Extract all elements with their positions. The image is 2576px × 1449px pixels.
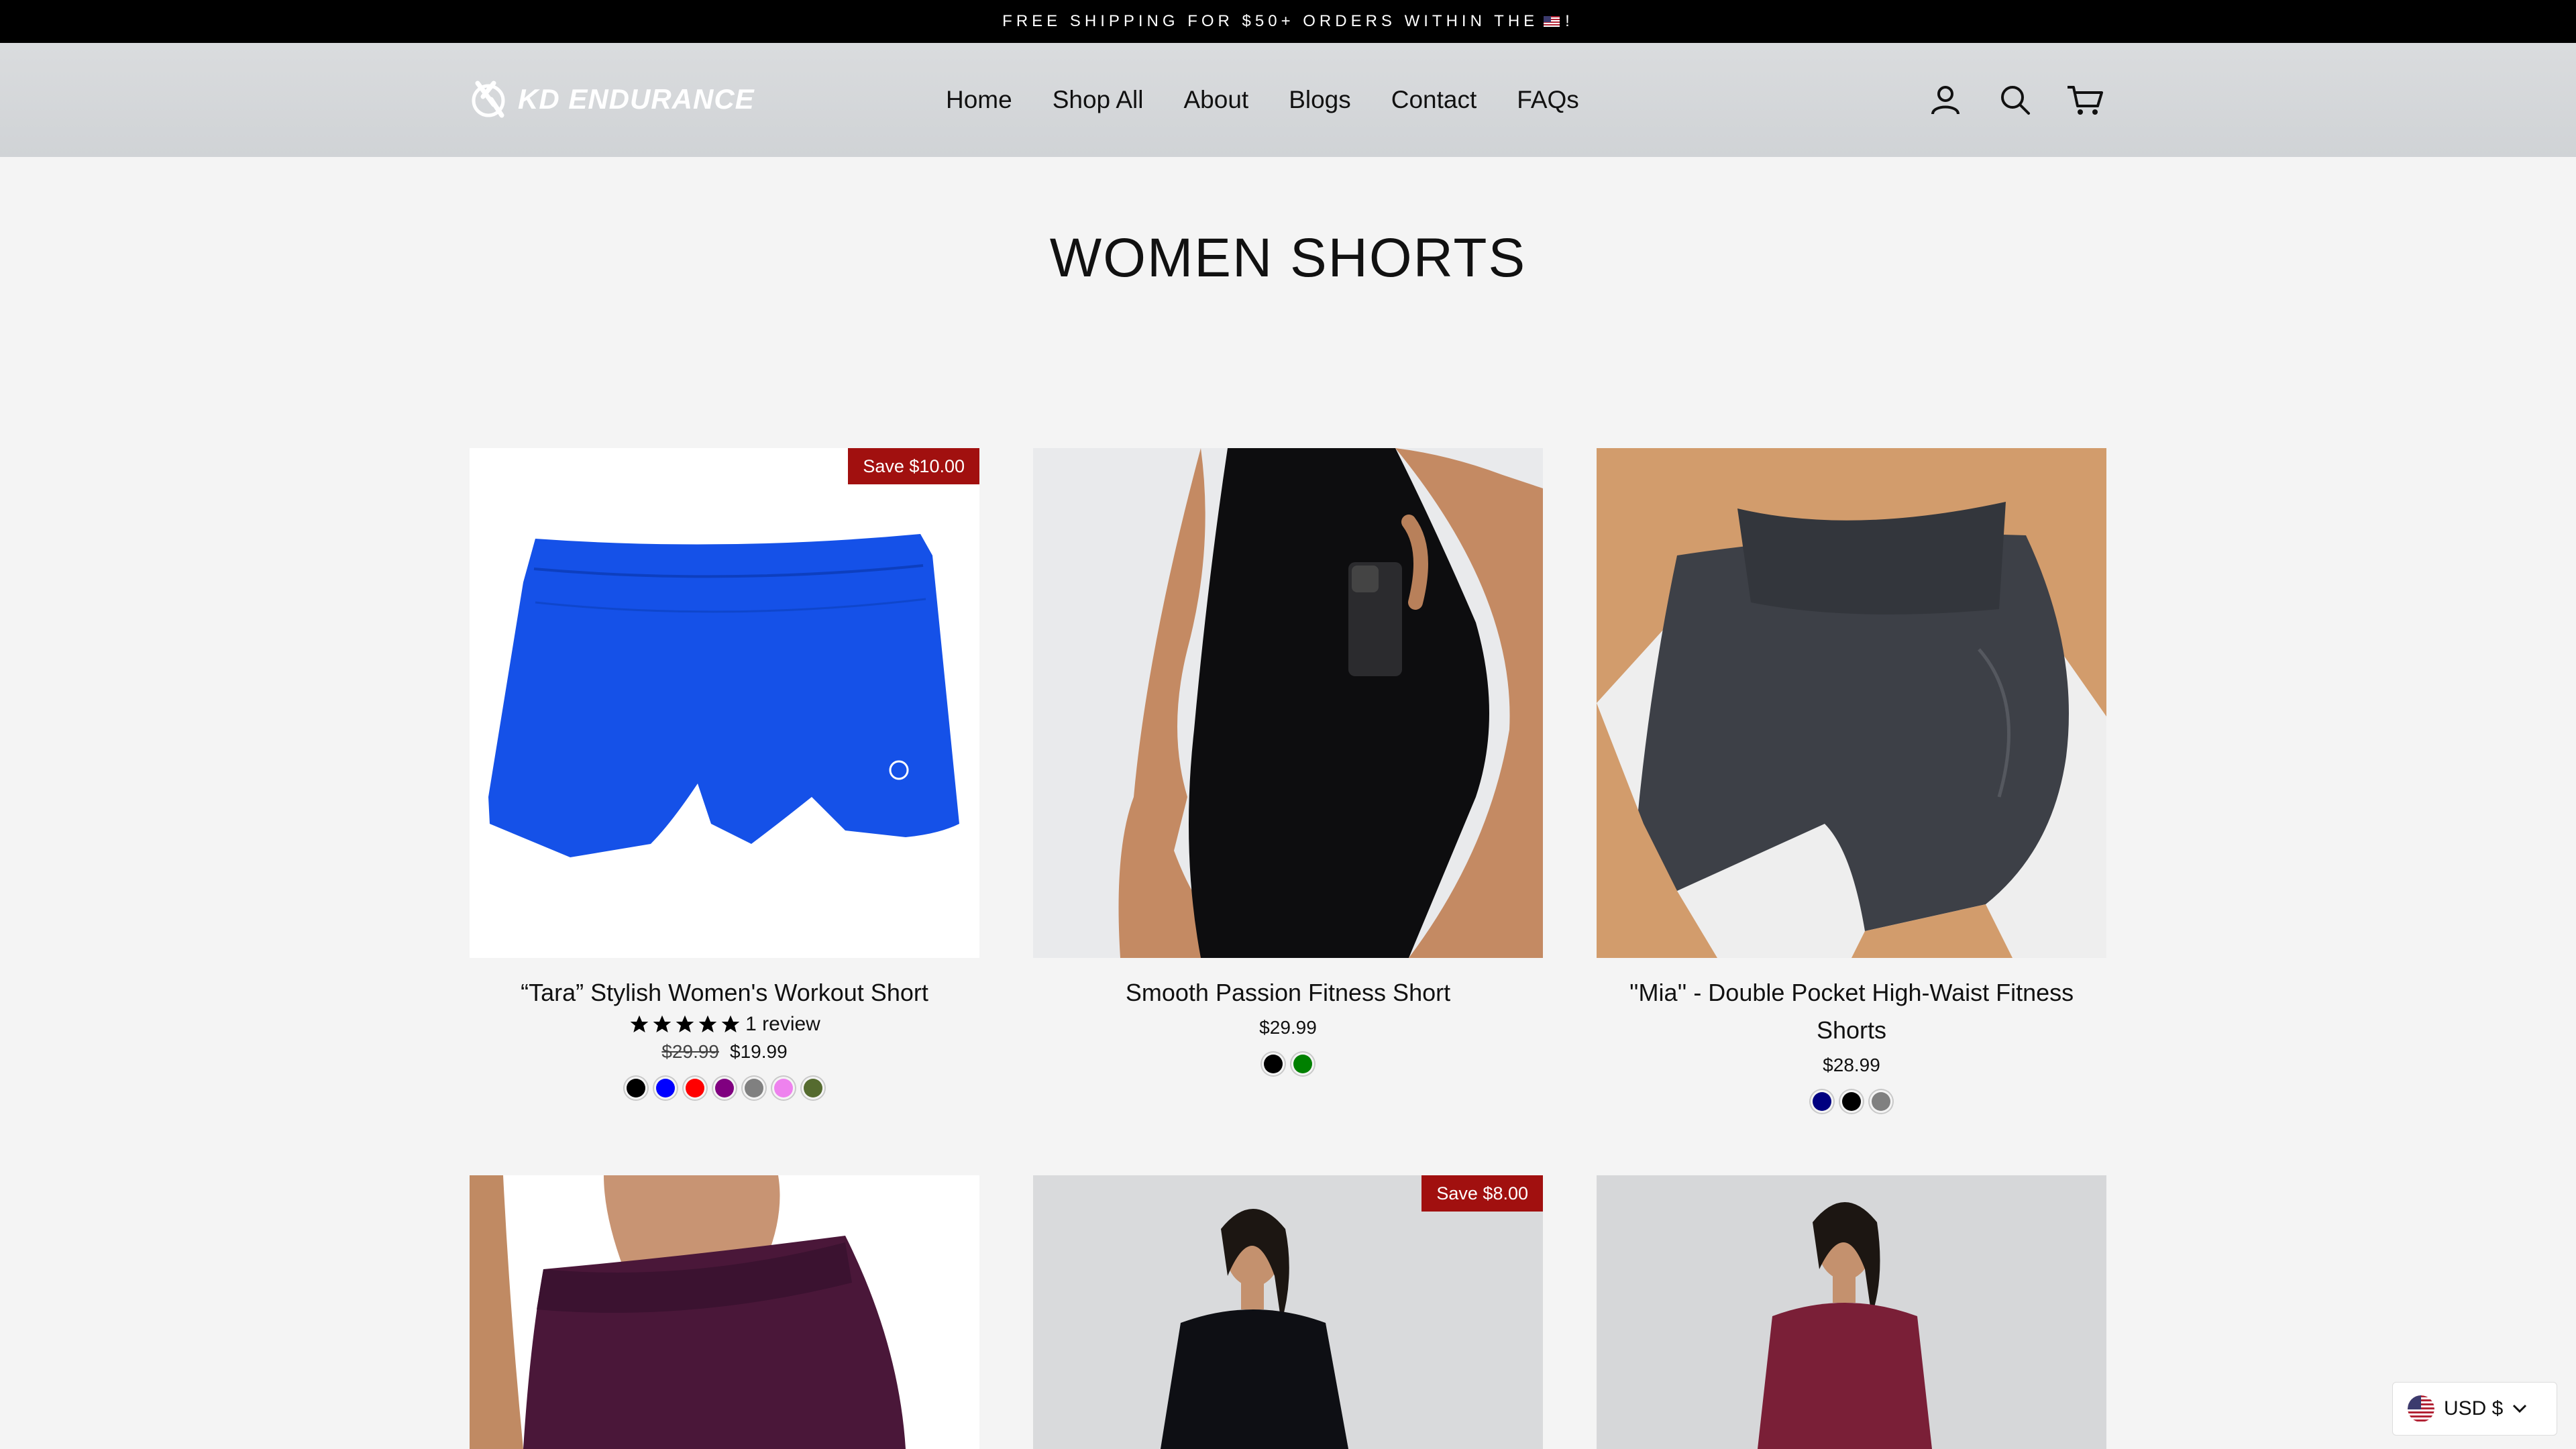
model-maroon-top-image (1758, 1202, 1932, 1449)
product-price: $29.99 (1033, 1017, 1543, 1038)
announcement-bar: FREE SHIPPING FOR $50+ ORDERS WITHIN THE… (0, 0, 2576, 43)
nav-blogs[interactable]: Blogs (1289, 86, 1351, 114)
account-icon[interactable] (1925, 80, 1966, 120)
swatch-purple[interactable] (715, 1079, 734, 1097)
price: $29.99 (1259, 1017, 1317, 1038)
swatch-pink[interactable] (774, 1079, 793, 1097)
currency-label: USD $ (2444, 1397, 2504, 1419)
model-black-top-image (1161, 1209, 1348, 1449)
product-title[interactable]: “Tara” Stylish Women's Workout Short (470, 974, 979, 1012)
announcement-text: FREE SHIPPING FOR $50+ ORDERS WITHIN THE (1002, 12, 1539, 30)
us-flag-icon (2408, 1395, 2434, 1422)
blue-shorts-image (488, 534, 959, 857)
nav-contact[interactable]: Contact (1391, 86, 1477, 114)
product-price: $28.99 (1597, 1055, 2106, 1076)
sale-price: $19.99 (730, 1041, 788, 1062)
product-card[interactable] (470, 1175, 979, 1449)
swatch-black[interactable] (1264, 1055, 1283, 1073)
star-icon (721, 1015, 740, 1032)
swatch-blue[interactable] (656, 1079, 675, 1097)
product-card[interactable]: Smooth Passion Fitness Short $29.99 (1033, 448, 1543, 1073)
black-shorts-image (1033, 448, 1543, 958)
cart-icon[interactable] (2065, 80, 2105, 120)
star-rating (629, 1014, 741, 1035)
search-icon[interactable] (1995, 80, 2035, 120)
announcement-text-end: ! (1565, 12, 1574, 30)
product-card[interactable]: Save $10.00 “Tara” Stylish Women's Worko… (470, 448, 979, 1097)
nav-faqs[interactable]: FAQs (1517, 86, 1579, 114)
product-rating: 1 review (470, 1013, 979, 1036)
product-image[interactable]: Save $10.00 (470, 448, 979, 958)
product-card[interactable]: Save $8.00 (1033, 1175, 1543, 1449)
review-count[interactable]: 1 review (745, 1013, 820, 1036)
product-card[interactable]: ''Mia'' - Double Pocket High-Waist Fitne… (1597, 448, 2106, 1111)
star-icon (630, 1015, 649, 1032)
color-swatches (1033, 1055, 1543, 1073)
nav-about[interactable]: About (1183, 86, 1248, 114)
plum-shorts-image (470, 1175, 906, 1449)
swatch-gray[interactable] (745, 1079, 763, 1097)
sale-badge: Save $8.00 (1421, 1175, 1543, 1212)
site-header: KD ENDURANCE Home Shop All About Blogs C… (0, 43, 2576, 157)
product-card[interactable] (1597, 1175, 2106, 1449)
product-price: $29.99 $19.99 (470, 1041, 979, 1063)
logo-mark-icon (472, 80, 505, 118)
product-title[interactable]: Smooth Passion Fitness Short (1033, 974, 1543, 1012)
swatch-gray[interactable] (1872, 1092, 1890, 1111)
charcoal-shorts-image (1597, 448, 2106, 958)
original-price: $29.99 (661, 1041, 719, 1062)
product-image[interactable] (1597, 448, 2106, 958)
logo-text: KD ENDURANCE (518, 83, 755, 115)
product-title[interactable]: ''Mia'' - Double Pocket High-Waist Fitne… (1597, 974, 2106, 1049)
product-image[interactable]: Save $8.00 (1033, 1175, 1543, 1449)
sale-badge: Save $10.00 (848, 448, 979, 484)
chevron-down-icon (2513, 1404, 2527, 1413)
product-image[interactable] (1033, 448, 1543, 958)
product-image[interactable] (1597, 1175, 2106, 1449)
header-icons (1925, 43, 2105, 157)
swatch-red[interactable] (686, 1079, 704, 1097)
star-icon (698, 1015, 717, 1032)
star-icon (653, 1015, 672, 1032)
swatch-black[interactable] (627, 1079, 645, 1097)
nav-shop-all[interactable]: Shop All (1053, 86, 1144, 114)
swatch-green[interactable] (1293, 1055, 1312, 1073)
swatch-navy[interactable] (1813, 1092, 1831, 1111)
swatch-olive[interactable] (804, 1079, 822, 1097)
main-nav: Home Shop All About Blogs Contact FAQs (946, 43, 1579, 157)
us-flag-icon (1544, 16, 1560, 27)
swatch-black[interactable] (1842, 1092, 1861, 1111)
currency-selector[interactable]: USD $ (2392, 1382, 2557, 1436)
color-swatches (1597, 1092, 2106, 1111)
product-image[interactable] (470, 1175, 979, 1449)
nav-home[interactable]: Home (946, 86, 1012, 114)
page-title: WOMEN SHORTS (1049, 227, 1527, 288)
price: $28.99 (1823, 1055, 1880, 1075)
star-icon (676, 1015, 694, 1032)
color-swatches (470, 1079, 979, 1097)
logo[interactable]: KD ENDURANCE (468, 79, 804, 119)
